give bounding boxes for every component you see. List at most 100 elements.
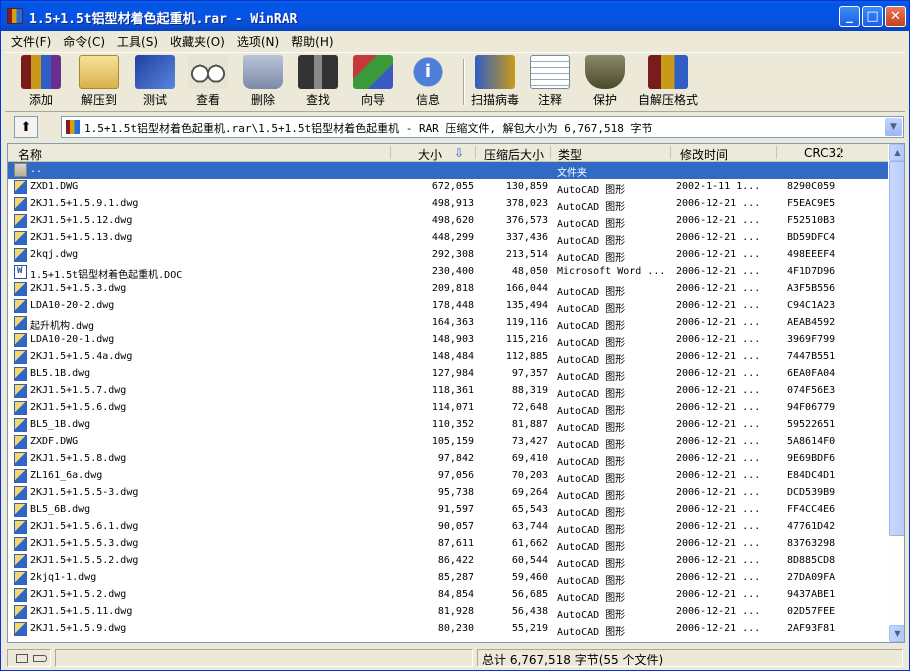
file-size: 85,287: [437, 572, 474, 583]
file-packed: 70,203: [511, 470, 548, 481]
file-name: 2KJ1.5+1.5.7.dwg: [30, 385, 127, 396]
info-button[interactable]: i 信息: [408, 55, 448, 108]
file-row[interactable]: ZL161_6a.dwg 97,056 70,203 AutoCAD 图形 2006-1…: [8, 468, 888, 485]
add-button[interactable]: 添加: [19, 55, 63, 108]
key-icon[interactable]: [33, 655, 47, 662]
file-type: AutoCAD 图形: [557, 304, 626, 315]
scroll-thumb[interactable]: [889, 161, 904, 536]
file-size: 292,308: [431, 249, 474, 260]
file-row[interactable]: 2kjq1-1.dwg 85,287 59,460 AutoCAD 图形 2006-12…: [8, 570, 888, 587]
file-type: AutoCAD 图形: [557, 372, 626, 383]
file-row[interactable]: 2KJ1.5+1.5.2.dwg 84,854 56,685 AutoCAD 图形 20…: [8, 587, 888, 604]
file-row[interactable]: LDA10-20-2.dwg 178,448 135,494 AutoCAD 图形 20…: [8, 298, 888, 315]
file-type: AutoCAD 图形: [557, 355, 626, 366]
file-row[interactable]: 2KJ1.5+1.5.5-3.dwg 95,738 69,264 AutoCAD 图形…: [8, 485, 888, 502]
archive-path-combo[interactable]: 1.5+1.5t铝型材着色起重机.rar\1.5+1.5t铝型材着色起重机 - …: [61, 116, 904, 138]
maximize-icon: □: [866, 9, 879, 24]
winrar-app-icon[interactable]: [7, 8, 23, 24]
file-list[interactable]: 名称 大小 ⇩ 压缩后大小 类型 修改时间 CRC32 .. 文件夹 ZXD1.DW…: [7, 143, 905, 643]
column-size-header[interactable]: 大小: [418, 146, 442, 163]
scroll-down-icon: ▼: [894, 629, 901, 638]
file-row[interactable]: .. 文件夹: [8, 162, 888, 179]
file-row[interactable]: BL5.1B.dwg 127,984 97,357 AutoCAD 图形 2006-12…: [8, 366, 888, 383]
autocad-file-icon: [14, 571, 27, 585]
file-row[interactable]: 2KJ1.5+1.5.7.dwg 118,361 88,319 AutoCAD 图形 2…: [8, 383, 888, 400]
scroll-up-button[interactable]: ▲: [889, 144, 904, 161]
file-modified: 2006-12-21 ...: [676, 232, 761, 243]
file-type: AutoCAD 图形: [557, 406, 626, 417]
file-type: AutoCAD 图形: [557, 202, 626, 213]
sfx-button[interactable]: 自解压格式: [637, 55, 699, 108]
title-bar[interactable]: 1.5+1.5t铝型材着色起重机.rar - WinRAR _ □ ✕: [1, 1, 909, 31]
path-dropdown-button[interactable]: ▼: [885, 118, 902, 136]
menu-tools[interactable]: 工具(S): [111, 31, 164, 51]
file-rows: .. 文件夹 ZXD1.DWG 672,055 130,859 AutoCAD 图形 200…: [8, 162, 888, 638]
wizard-button[interactable]: 向导: [353, 55, 393, 108]
view-button[interactable]: 查看: [188, 55, 228, 108]
file-row[interactable]: 2KJ1.5+1.5.6.1.dwg 90,057 63,744 AutoCAD 图形…: [8, 519, 888, 536]
window-title: 1.5+1.5t铝型材着色起重机.rar - WinRAR: [29, 12, 298, 27]
column-divider: [475, 146, 476, 159]
file-row[interactable]: ZXD1.DWG 672,055 130,859 AutoCAD 图形 2002-1-1…: [8, 179, 888, 196]
menu-help[interactable]: 帮助(H): [285, 31, 339, 51]
file-row[interactable]: 2KJ1.5+1.5.4a.dwg 148,484 112,885 AutoCAD 图…: [8, 349, 888, 366]
extract-to-button[interactable]: 解压到: [75, 55, 123, 108]
column-modified-header[interactable]: 修改时间: [680, 146, 728, 163]
file-row[interactable]: 2kqj.dwg 292,308 213,514 AutoCAD 图形 2006-12-…: [8, 247, 888, 264]
up-arrow-icon: ⬆: [20, 119, 32, 135]
virus-scan-button[interactable]: 扫描病毒: [469, 55, 521, 108]
file-packed: 119,116: [505, 317, 548, 328]
column-crc-header[interactable]: CRC32: [804, 146, 844, 160]
file-size: 148,903: [431, 334, 474, 345]
file-row[interactable]: 2KJ1.5+1.5.3.dwg 209,818 166,044 AutoCAD 图形…: [8, 281, 888, 298]
comment-button[interactable]: 注释: [530, 55, 570, 108]
column-name-header[interactable]: 名称: [18, 146, 42, 163]
column-packed-header[interactable]: 压缩后大小: [484, 146, 544, 163]
drive-icon[interactable]: [16, 654, 28, 663]
file-row[interactable]: BL5_6B.dwg 91,597 65,543 AutoCAD 图形 2006-12-…: [8, 502, 888, 519]
file-name: LDA10-20-2.dwg: [30, 300, 115, 311]
file-row[interactable]: BL5_1B.dwg 110,352 81,887 AutoCAD 图形 2006-12…: [8, 417, 888, 434]
test-button[interactable]: 测试: [135, 55, 175, 108]
file-row[interactable]: 2KJ1.5+1.5.9.1.dwg 498,913 378,023 AutoCAD …: [8, 196, 888, 213]
minimize-icon: _: [846, 9, 853, 24]
maximize-button[interactable]: □: [862, 6, 883, 27]
vertical-scrollbar[interactable]: ▲ ▼: [889, 144, 904, 642]
column-type-header[interactable]: 类型: [558, 146, 582, 163]
file-name: 2KJ1.5+1.5.9.1.dwg: [30, 198, 139, 209]
file-packed: 56,685: [511, 589, 548, 600]
menu-favorites[interactable]: 收藏夹(O): [164, 31, 231, 51]
file-row[interactable]: 1.5+1.5t铝型材着色起重机.DOC 230,400 48,050 Microso…: [8, 264, 888, 281]
find-button[interactable]: 查找: [298, 55, 338, 108]
file-name: 2KJ1.5+1.5.5-3.dwg: [30, 487, 139, 498]
column-divider: [550, 146, 551, 159]
up-folder-button[interactable]: ⬆: [14, 116, 38, 138]
file-row[interactable]: ZXDF.DWG 105,159 73,427 AutoCAD 图形 2006-12-2…: [8, 434, 888, 451]
minimize-button[interactable]: _: [839, 6, 860, 27]
menu-file[interactable]: 文件(F): [5, 31, 57, 51]
toolbar: 添加 解压到 测试 查看 删除 查找 向导 i 信息 扫描病毒 注释 保护 自解…: [5, 52, 905, 112]
virus-scan-label: 扫描病毒: [470, 93, 519, 107]
file-modified: 2006-12-21 ...: [676, 249, 761, 260]
file-row[interactable]: 2KJ1.5+1.5.11.dwg 81,928 56,438 AutoCAD 图形 2…: [8, 604, 888, 621]
file-name: 2KJ1.5+1.5.8.dwg: [30, 453, 127, 464]
menu-options[interactable]: 选项(N): [231, 31, 285, 51]
file-row[interactable]: 2KJ1.5+1.5.13.dwg 448,299 337,436 AutoCAD 图…: [8, 230, 888, 247]
protect-button[interactable]: 保护: [585, 55, 625, 108]
file-row[interactable]: LDA10-20-1.dwg 148,903 115,216 AutoCAD 图形 20…: [8, 332, 888, 349]
file-row[interactable]: 2KJ1.5+1.5.5.2.dwg 86,422 60,544 AutoCAD 图形…: [8, 553, 888, 570]
scroll-down-button[interactable]: ▼: [889, 625, 904, 642]
delete-button[interactable]: 删除: [243, 55, 283, 108]
file-row[interactable]: 2KJ1.5+1.5.8.dwg 97,842 69,410 AutoCAD 图形 20…: [8, 451, 888, 468]
word-document-icon: [14, 265, 27, 279]
file-type: AutoCAD 图形: [557, 321, 626, 332]
file-row[interactable]: 2KJ1.5+1.5.6.dwg 114,071 72,648 AutoCAD 图形 2…: [8, 400, 888, 417]
file-size: 498,620: [431, 215, 474, 226]
file-row[interactable]: 2KJ1.5+1.5.9.dwg 80,230 55,219 AutoCAD 图形 20…: [8, 621, 888, 638]
file-packed: 130,859: [505, 181, 548, 192]
file-row[interactable]: 2KJ1.5+1.5.5.3.dwg 87,611 61,662 AutoCAD 图形…: [8, 536, 888, 553]
file-row[interactable]: 2KJ1.5+1.5.12.dwg 498,620 376,573 AutoCAD 图…: [8, 213, 888, 230]
file-row[interactable]: 起升机构.dwg 164,363 119,116 AutoCAD 图形 2006-12-…: [8, 315, 888, 332]
menu-commands[interactable]: 命令(C): [57, 31, 111, 51]
close-button[interactable]: ✕: [885, 6, 906, 27]
